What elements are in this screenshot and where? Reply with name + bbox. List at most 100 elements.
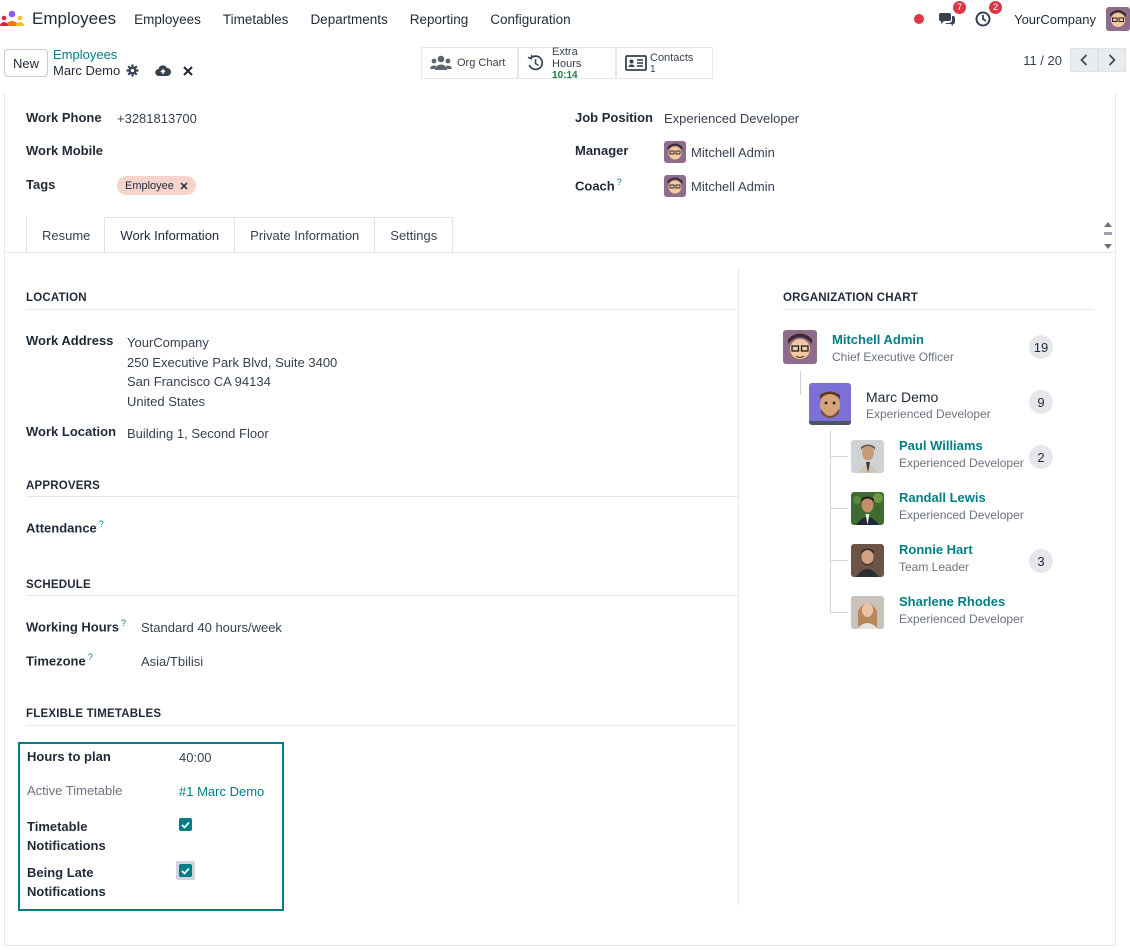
org-subordinate-node[interactable]: Ronnie Hart Team Leader — [851, 542, 973, 577]
checkmark-icon — [181, 821, 190, 829]
section-divider — [783, 309, 1094, 310]
activities-button[interactable]: 2 — [972, 1, 1003, 30]
help-icon[interactable]: ? — [88, 652, 93, 662]
org-chart-button[interactable]: Org Chart — [421, 47, 518, 79]
messages-button[interactable]: 7 — [936, 1, 967, 30]
work-mobile-field[interactable] — [117, 143, 417, 161]
org-manager-node[interactable]: Mitchell Admin Chief Executive Officer — [783, 330, 954, 366]
org-subordinate-avatar — [851, 492, 884, 525]
tag-remove-icon[interactable] — [180, 181, 188, 190]
menu-departments[interactable]: Departments — [310, 12, 387, 27]
breadcrumb-parent[interactable]: Employees — [53, 47, 117, 62]
org-subordinate-avatar — [851, 596, 884, 629]
tree-connector — [830, 508, 848, 509]
manager-label: Manager — [575, 143, 629, 158]
org-subordinate-job: Experienced Developer — [899, 612, 1024, 626]
app-title: Employees — [32, 9, 117, 28]
tag-employee[interactable]: Employee — [117, 176, 196, 195]
new-button[interactable]: New — [4, 49, 48, 77]
org-manager-name[interactable]: Mitchell Admin — [832, 332, 954, 348]
extra-hours-button[interactable]: Extra Hours 10:14 — [518, 46, 616, 81]
control-panel: New Employees Marc Demo Org Chart Extra … — [0, 40, 1130, 92]
being-late-notifications-checkbox[interactable] — [179, 864, 192, 877]
org-subordinate-node[interactable]: Randall Lewis Experienced Developer — [851, 490, 1024, 525]
messages-count-badge: 7 — [953, 1, 967, 14]
help-icon[interactable]: ? — [99, 519, 104, 529]
org-subordinate-avatar — [851, 440, 884, 473]
menu-employees[interactable]: Employees — [134, 12, 201, 27]
org-manager-job: Chief Executive Officer — [832, 350, 954, 364]
tabs-divider — [5, 252, 1115, 253]
org-subordinate-name[interactable]: Randall Lewis — [899, 490, 1024, 506]
org-subordinate-name[interactable]: Paul Williams — [899, 438, 1024, 454]
pager-previous-button[interactable] — [1070, 48, 1098, 72]
help-icon[interactable]: ? — [121, 618, 126, 628]
top-navbar: Employees Employees Timetables Departmen… — [0, 0, 1130, 38]
work-location-label: Work Location — [26, 424, 117, 439]
tab-resume[interactable]: Resume — [26, 217, 106, 253]
org-self-job: Experienced Developer — [866, 407, 991, 421]
org-self-avatar — [809, 383, 851, 425]
work-address-field[interactable]: YourCompany 250 Executive Park Blvd, Sui… — [127, 333, 337, 412]
location-section-title: LOCATION — [26, 292, 87, 304]
hours-to-plan-field[interactable]: 40:00 — [179, 750, 212, 765]
work-phone-field[interactable]: +3281813700 — [117, 111, 197, 126]
org-subordinate-count-badge[interactable]: 2 — [1029, 445, 1053, 469]
coach-label: Coach? — [575, 177, 622, 194]
org-subordinate-name[interactable]: Ronnie Hart — [899, 542, 973, 558]
tree-connector — [800, 371, 801, 395]
work-location-field[interactable]: Building 1, Second Floor — [127, 426, 269, 441]
menu-reporting[interactable]: Reporting — [410, 12, 469, 27]
org-subordinate-node[interactable]: Paul Williams Experienced Developer — [851, 438, 1024, 473]
org-subordinate-job: Experienced Developer — [899, 456, 1024, 470]
manager-name: Mitchell Admin — [691, 144, 775, 160]
tab-private-information[interactable]: Private Information — [234, 217, 376, 253]
company-switcher[interactable]: YourCompany — [1014, 12, 1096, 27]
org-subordinate-node[interactable]: Sharlene Rhodes Experienced Developer — [851, 594, 1024, 629]
working-hours-field[interactable]: Standard 40 hours/week — [141, 620, 282, 635]
chevron-left-icon — [1080, 54, 1088, 66]
coach-field[interactable]: Mitchell Admin — [664, 175, 775, 197]
gear-icon[interactable] — [126, 64, 139, 77]
close-icon[interactable] — [183, 65, 193, 76]
section-divider — [26, 309, 738, 310]
id-card-icon — [625, 55, 647, 71]
active-timetable-link[interactable]: #1 Marc Demo — [179, 784, 264, 799]
org-chart-label: Org Chart — [457, 57, 506, 69]
smart-buttons: Org Chart Extra Hours 10:14 Contacts 1 — [421, 46, 713, 81]
address-line-country: United States — [127, 394, 206, 410]
breadcrumb: Marc Demo — [53, 63, 193, 78]
column-divider — [738, 269, 739, 905]
attendance-approver-field[interactable] — [141, 519, 441, 537]
org-self-name: Marc Demo — [866, 389, 939, 405]
checkmark-icon — [181, 867, 190, 875]
timezone-field[interactable]: Asia/Tbilisi — [141, 654, 203, 669]
org-subordinate-job: Team Leader — [899, 560, 970, 574]
timetable-notifications-checkbox[interactable] — [179, 818, 192, 831]
menu-configuration[interactable]: Configuration — [490, 12, 570, 27]
app-logo-icon — [0, 9, 24, 29]
contacts-button[interactable]: Contacts 1 — [616, 47, 713, 79]
job-position-field[interactable]: Experienced Developer — [664, 111, 799, 126]
flexible-timetables-group: Hours to plan 40:00 Active Timetable #1 … — [18, 742, 284, 911]
tree-connector — [830, 560, 848, 561]
cloud-upload-icon[interactable] — [155, 64, 172, 77]
extra-hours-value: 10:14 — [552, 69, 578, 81]
org-self-count-badge[interactable]: 9 — [1029, 390, 1053, 414]
tab-settings[interactable]: Settings — [374, 217, 454, 253]
tab-work-information[interactable]: Work Information — [104, 217, 236, 253]
working-hours-label: Working Hours? — [26, 618, 126, 635]
user-avatar[interactable] — [1106, 7, 1130, 31]
manager-field[interactable]: Mitchell Admin — [664, 141, 775, 163]
org-subordinate-count-badge[interactable]: 3 — [1029, 549, 1053, 573]
menu-timetables[interactable]: Timetables — [223, 12, 289, 27]
help-icon[interactable]: ? — [617, 177, 622, 187]
scrollbar[interactable] — [1103, 220, 1113, 252]
app-brand[interactable]: Employees — [0, 9, 116, 29]
status-dot-icon[interactable] — [914, 14, 925, 24]
pager-value[interactable]: 11 / 20 — [1023, 53, 1062, 68]
hours-to-plan-label: Hours to plan — [27, 749, 111, 764]
org-manager-count-badge[interactable]: 19 — [1029, 335, 1053, 359]
org-subordinate-name[interactable]: Sharlene Rhodes — [899, 594, 1024, 610]
pager-next-button[interactable] — [1098, 48, 1126, 72]
